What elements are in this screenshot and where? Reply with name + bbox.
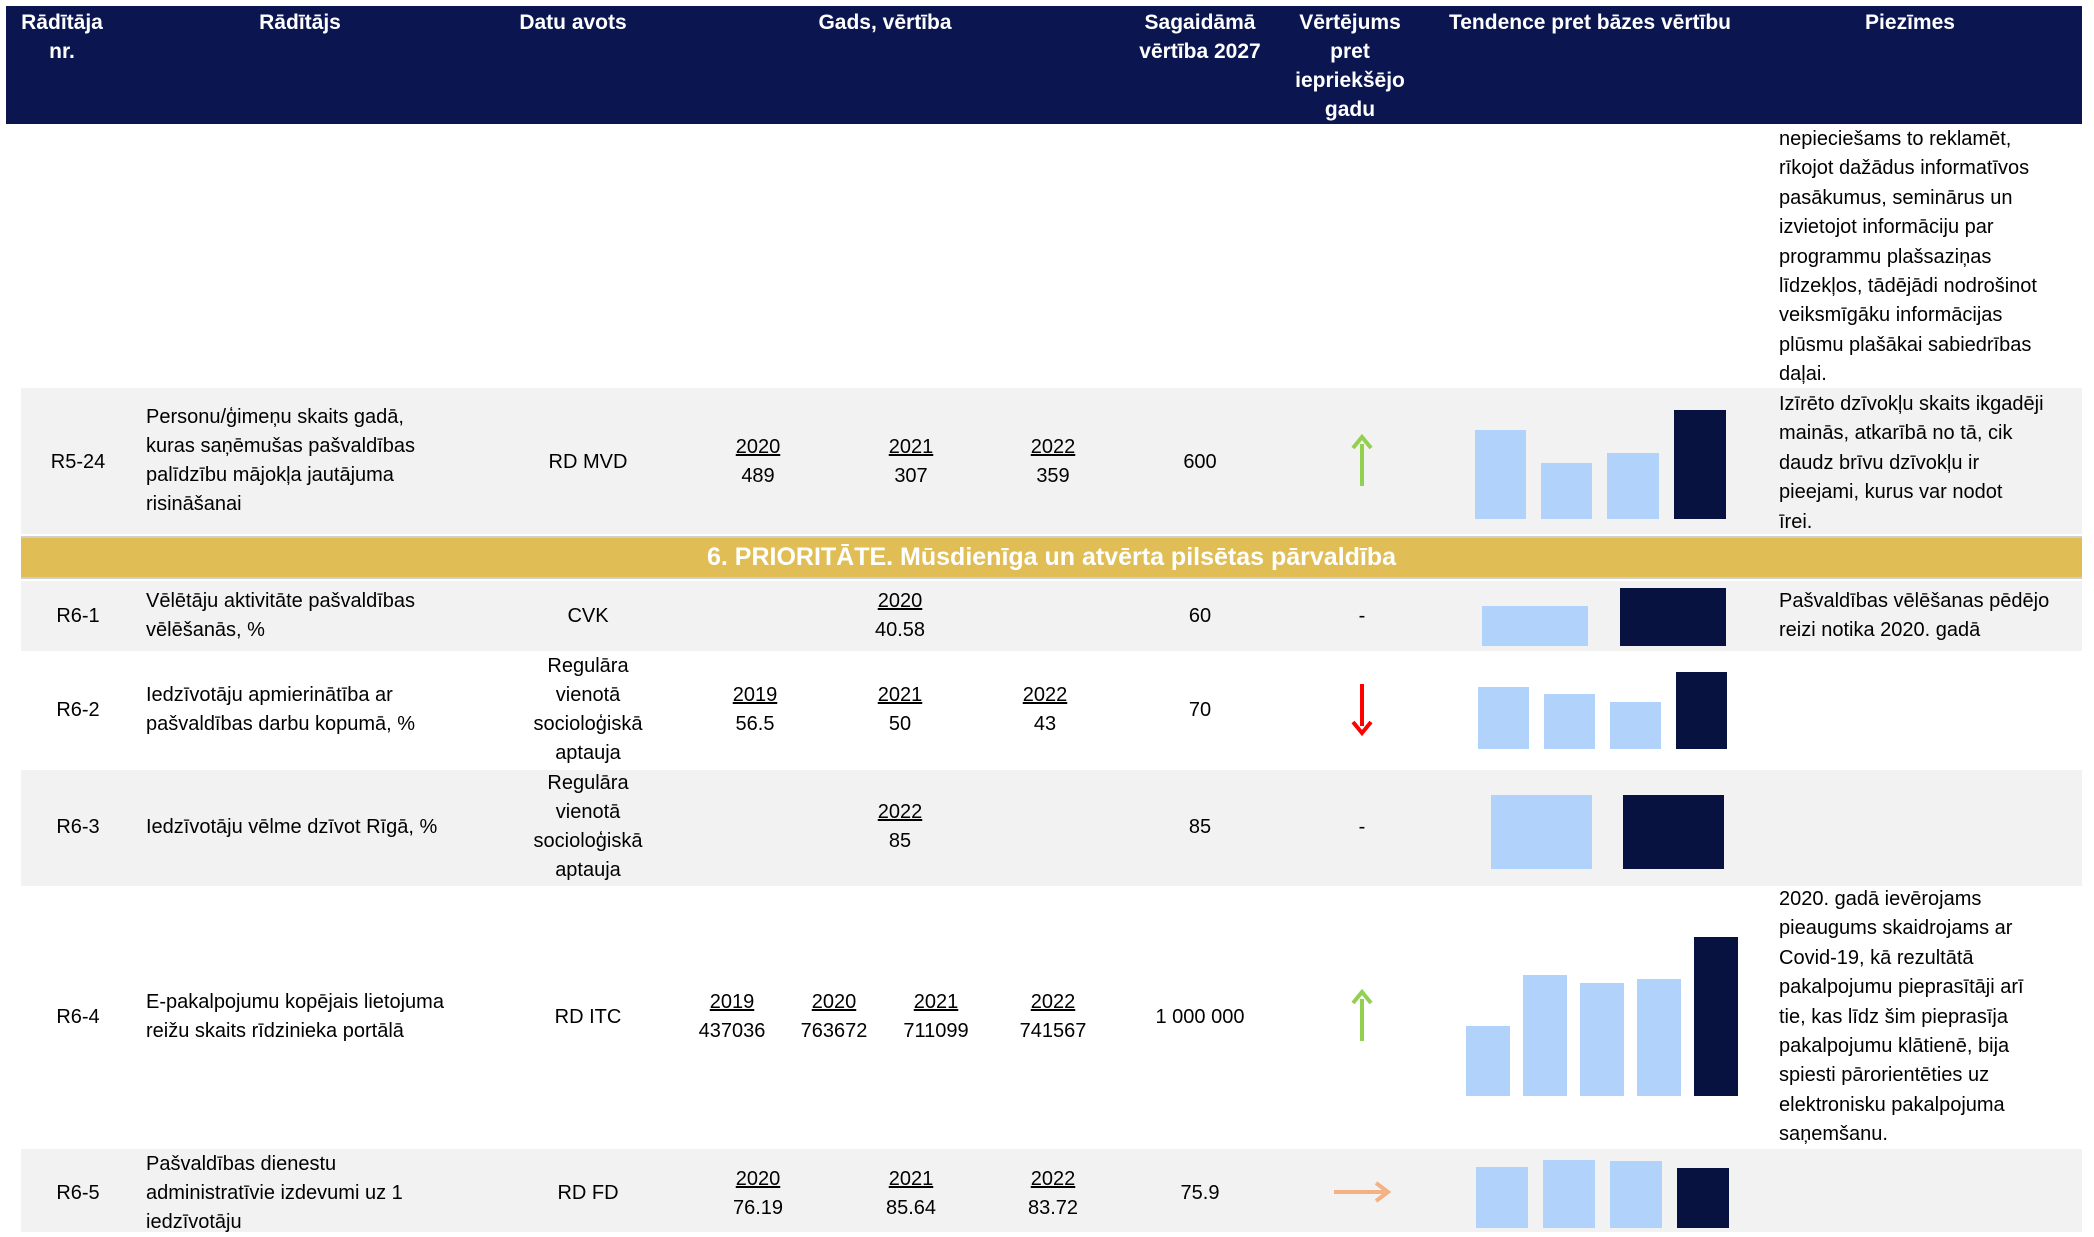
row-note: 2020. gadā ievērojams pieaugums skaidroja… xyxy=(1779,888,2024,1146)
data-source: RD MVD xyxy=(548,451,628,473)
trend-bar xyxy=(1543,1160,1595,1228)
target-value: 75.9 xyxy=(1180,1182,1220,1204)
target-value: 600 xyxy=(1183,451,1217,473)
data-source: Regulāra vienotā socioloģiskā aptauja xyxy=(533,772,643,881)
data-source: CVK xyxy=(567,605,609,627)
year-value: 2021 85.64 xyxy=(885,1168,937,1219)
arrow-up-icon xyxy=(1351,989,1373,1041)
trend-bar xyxy=(1544,694,1595,749)
trend-bar-target xyxy=(1694,937,1738,1096)
year-value: 2020 763672 xyxy=(800,991,868,1042)
year-value: 2021 711099 xyxy=(903,991,969,1042)
trend-bar xyxy=(1478,687,1529,749)
header-target: Sagaidāmā vērtība 2027 xyxy=(1139,11,1261,63)
year-value: 2021 50 xyxy=(877,684,923,735)
target-value: 1 000 000 xyxy=(1155,1006,1245,1028)
header-notes: Piezīmes xyxy=(1865,11,1955,34)
trend-bar xyxy=(1580,983,1624,1096)
data-source: Regulāra vienotā socioloģiskā aptauja xyxy=(533,655,643,764)
header-assessment: Vērtējums pret iepriekšējo gadu xyxy=(1295,11,1405,121)
row-note: Izīrēto dzīvokļu skaits ikgadēji mainās, … xyxy=(1779,393,2044,533)
year-value: 2020 489 xyxy=(735,436,781,487)
indicator-text: Iedzīvotāju apmierinātība ar pašvaldības … xyxy=(146,684,416,735)
header-nr: Rādītāja nr. xyxy=(21,11,103,63)
data-source: RD FD xyxy=(557,1182,619,1204)
year-value: 2022 359 xyxy=(1030,436,1076,487)
indicator-text: Pašvaldības dienestu administratīvie izde… xyxy=(146,1153,403,1233)
year-value: 2021 307 xyxy=(888,436,934,487)
arrow-down-icon xyxy=(1351,684,1373,736)
header-trend: Tendence pret bāzes vērtību xyxy=(1448,11,1732,34)
year-value: 2019 437036 xyxy=(698,991,766,1042)
trend-bar xyxy=(1610,702,1661,749)
trend-bar xyxy=(1491,795,1592,869)
trend-bar xyxy=(1637,979,1681,1096)
indicator-text: Vēlētāju aktivitāte pašvaldības vēlēšanās… xyxy=(146,590,416,641)
indicator-text: E-pakalpojumu kopējais lietojuma reižu sk… xyxy=(146,991,444,1042)
continued-note: nepieciešams to reklamēt, rīkojot dažādus… xyxy=(1779,128,2037,386)
row-id: R6-4 xyxy=(56,1006,100,1028)
trend-bar xyxy=(1610,1161,1662,1228)
assessment-value: - xyxy=(1358,605,1366,627)
trend-bar-target xyxy=(1677,1168,1729,1228)
year-value: 2022 83.72 xyxy=(1027,1168,1079,1219)
row-id: R6-1 xyxy=(56,605,100,627)
year-value: 2020 76.19 xyxy=(732,1168,784,1219)
header-indicator: Rādītājs xyxy=(259,11,341,34)
target-value: 70 xyxy=(1188,699,1212,721)
year-value: 2022 43 xyxy=(1022,684,1068,735)
target-value: 85 xyxy=(1188,816,1212,838)
header-source: Datu avots xyxy=(519,11,627,34)
row-id: R5-24 xyxy=(50,451,106,473)
trend-bar xyxy=(1482,606,1588,646)
arrow-up-icon xyxy=(1351,434,1373,486)
header-year-value: Gads, vērtība xyxy=(818,11,952,34)
trend-bar xyxy=(1541,463,1592,519)
trend-bar xyxy=(1607,453,1659,519)
data-source: RD ITC xyxy=(554,1006,622,1028)
priority-title: 6. PRIORITĀTE. Mūsdienīga un atvērta pil… xyxy=(706,543,1397,571)
indicator-text: Iedzīvotāju vēlme dzīvot Rīgā, % xyxy=(146,816,438,838)
row-note: Pašvaldības vēlēšanas pēdējo reizi notika… xyxy=(1779,590,2050,642)
trend-bar-target xyxy=(1620,588,1726,646)
row-id: R6-2 xyxy=(56,699,100,721)
year-value: 2022 85 xyxy=(877,801,923,852)
assessment-value: - xyxy=(1358,816,1366,838)
trend-bar xyxy=(1466,1026,1510,1096)
arrow-right-icon xyxy=(1334,1181,1392,1203)
trend-bar-target xyxy=(1674,410,1726,519)
trend-bar xyxy=(1523,975,1567,1096)
row-id: R6-3 xyxy=(56,816,100,838)
target-value: 60 xyxy=(1188,605,1212,627)
trend-bar-target xyxy=(1623,795,1724,869)
trend-bar xyxy=(1475,430,1526,519)
indicator-text: Personu/ģimeņu skaits gadā, kuras saņēmuš… xyxy=(146,406,416,515)
trend-bar xyxy=(1476,1167,1528,1228)
year-value: 2019 56.5 xyxy=(732,684,778,735)
year-value: 2022 741567 xyxy=(1019,991,1087,1042)
trend-bar-target xyxy=(1676,672,1727,749)
row-id: R6-5 xyxy=(56,1182,100,1204)
year-value: 2020 40.58 xyxy=(874,590,926,641)
